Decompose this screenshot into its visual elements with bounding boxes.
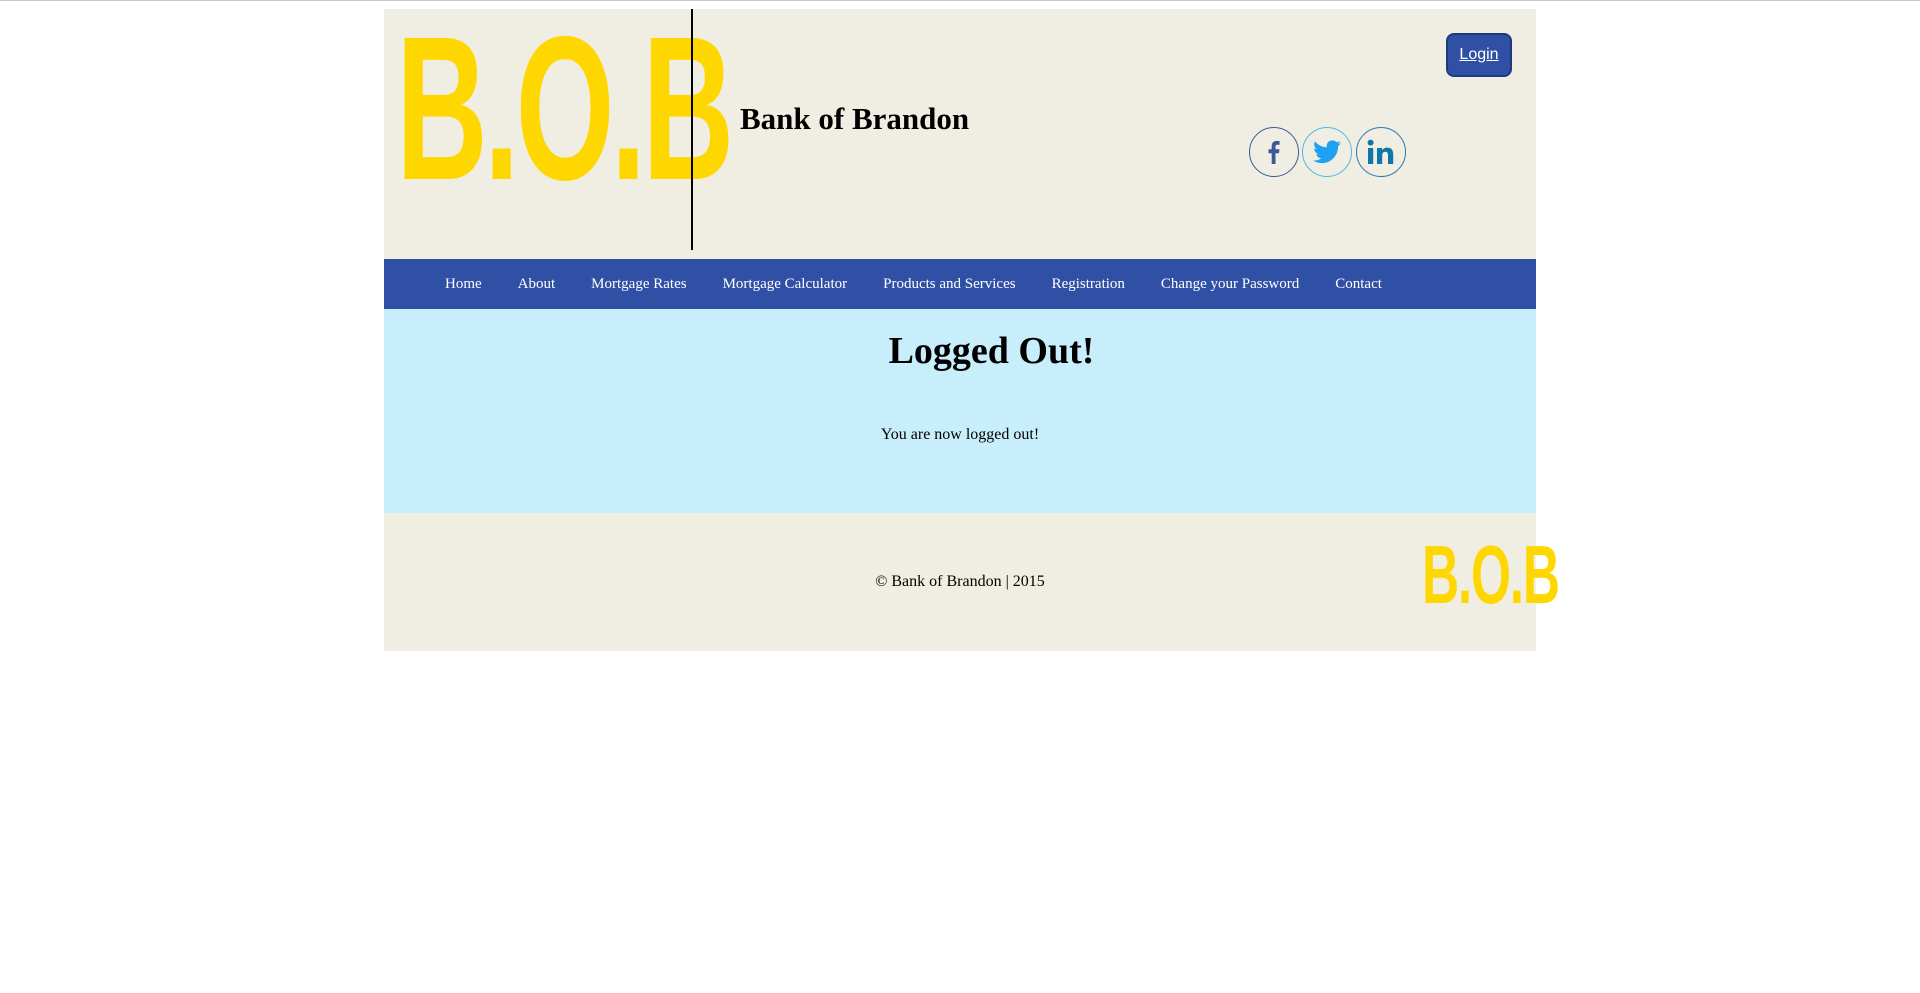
- copyright-text: © Bank of Brandon | 2015: [875, 573, 1045, 590]
- site-footer: © Bank of Brandon | 2015 B.O.B: [384, 513, 1560, 651]
- twitter-icon: [1313, 140, 1341, 164]
- linkedin-link[interactable]: [1356, 127, 1406, 177]
- main-nav: Home About Mortgage Rates Mortgage Calcu…: [384, 259, 1536, 309]
- nav-registration[interactable]: Registration: [1052, 276, 1125, 293]
- nav-products-and-services[interactable]: Products and Services: [883, 276, 1015, 293]
- facebook-link[interactable]: [1249, 127, 1299, 177]
- logout-message: You are now logged out!: [880, 426, 1040, 443]
- nav-about[interactable]: About: [518, 276, 556, 293]
- linkedin-icon: [1367, 139, 1394, 164]
- facebook-icon: [1268, 140, 1280, 164]
- footer-logo: B.O.B: [1422, 528, 1560, 621]
- header-divider: [691, 9, 693, 250]
- nav-mortgage-calculator[interactable]: Mortgage Calculator: [723, 276, 848, 293]
- site-header: B.O.B Bank of Brandon Login: [384, 6, 1536, 259]
- page-container: B.O.B Bank of Brandon Login Home About M…: [384, 6, 1560, 651]
- nav-home[interactable]: Home: [445, 276, 482, 293]
- nav-change-password[interactable]: Change your Password: [1161, 276, 1299, 293]
- nav-contact[interactable]: Contact: [1335, 276, 1382, 293]
- page-heading: Logged Out!: [888, 330, 1095, 372]
- bob-logo[interactable]: B.O.B: [396, 6, 734, 211]
- main-content: Logged Out! You are now logged out!: [384, 309, 1536, 513]
- twitter-link[interactable]: [1302, 127, 1352, 177]
- login-button[interactable]: Login: [1446, 33, 1512, 77]
- nav-mortgage-rates[interactable]: Mortgage Rates: [591, 276, 686, 293]
- site-title: Bank of Brandon: [740, 101, 970, 136]
